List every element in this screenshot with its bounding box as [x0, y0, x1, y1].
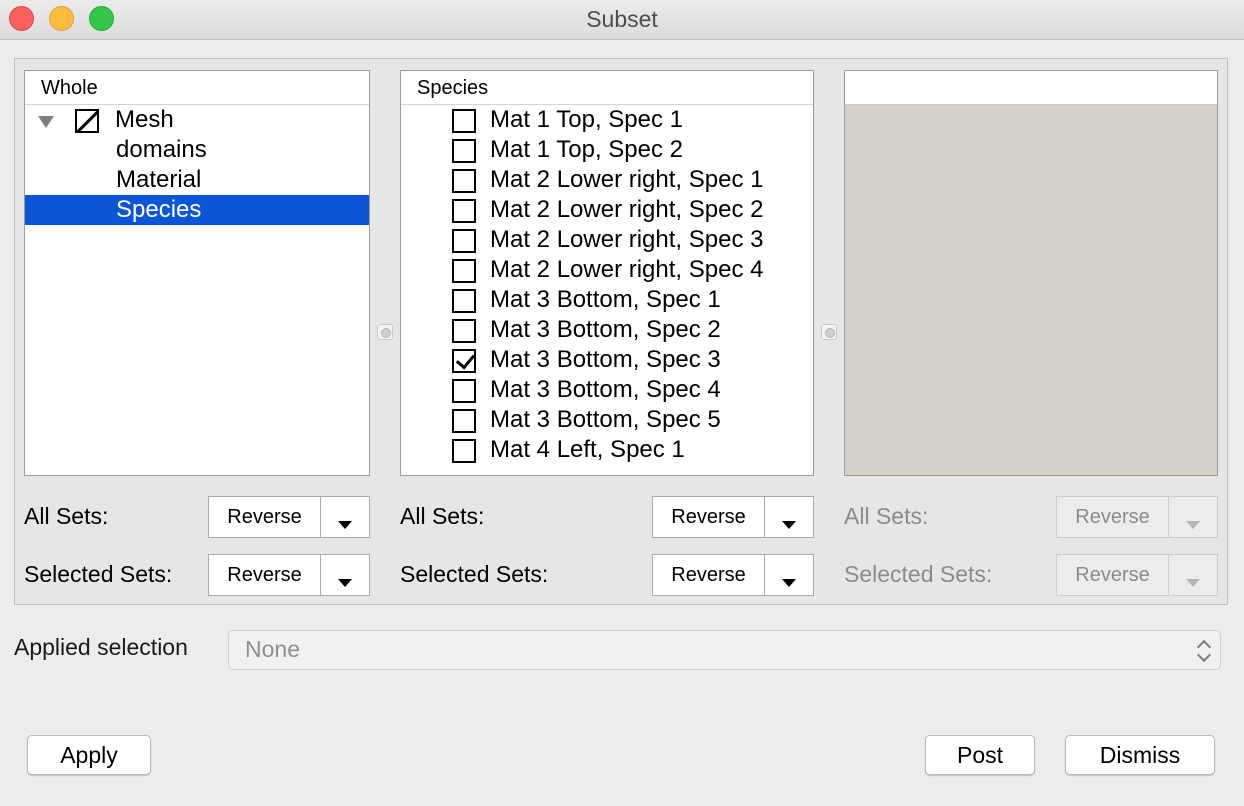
reverse-button: Reverse	[1057, 555, 1169, 595]
up-down-chevron-icon	[1197, 638, 1211, 664]
applied-selection-combo: None	[228, 630, 1221, 670]
checkbox-icon[interactable]	[452, 169, 476, 193]
reverse-button[interactable]: Reverse	[209, 497, 321, 537]
selected-sets-reverse-combo[interactable]: Reverse	[652, 554, 814, 596]
species-item-label: Mat 2 Lower right, Spec 2	[490, 196, 764, 223]
species-list-item[interactable]: Mat 1 Top, Spec 2	[401, 135, 813, 165]
species-item-label: Mat 3 Bottom, Spec 5	[490, 406, 721, 433]
apply-button[interactable]: Apply	[27, 735, 151, 775]
selected-sets-label: Selected Sets:	[844, 561, 993, 587]
splitter-handle-right[interactable]	[821, 324, 837, 340]
dropdown-arrow-icon[interactable]	[782, 521, 796, 529]
whole-tree-panel[interactable]: Whole Mesh domains Material Species	[24, 70, 370, 476]
species-item-label: Mat 3 Bottom, Spec 1	[490, 286, 721, 313]
species-item-label: Mat 1 Top, Spec 1	[490, 106, 684, 133]
species-item-label: Mat 2 Lower right, Spec 1	[490, 166, 764, 193]
post-button[interactable]: Post	[925, 735, 1035, 775]
species-list-item[interactable]: Mat 2 Lower right, Spec 4	[401, 255, 813, 285]
partial-checkbox-icon[interactable]	[75, 109, 99, 133]
species-list-item[interactable]: Mat 4 Left, Spec 1	[401, 435, 813, 465]
dropdown-arrow-icon	[1186, 521, 1200, 529]
species-item-label: Mat 3 Bottom, Spec 3	[490, 346, 721, 373]
species-list-item[interactable]: Mat 2 Lower right, Spec 1	[401, 165, 813, 195]
selected-sets-label: Selected Sets:	[400, 561, 549, 587]
species-item-label: Mat 4 Left, Spec 1	[490, 436, 685, 463]
all-sets-label: All Sets:	[844, 503, 929, 529]
all-sets-label: All Sets:	[400, 503, 485, 529]
all-sets-reverse-combo[interactable]: Reverse	[652, 496, 814, 538]
applied-selection-label: Applied selection	[14, 634, 188, 660]
reverse-button[interactable]: Reverse	[653, 497, 765, 537]
tree-item-material[interactable]: Material	[25, 165, 369, 195]
species-item-label: Mat 2 Lower right, Spec 3	[490, 226, 764, 253]
selected-sets-reverse-combo[interactable]: Reverse	[208, 554, 370, 596]
checkbox-icon[interactable]	[452, 139, 476, 163]
tree-item-label: domains	[116, 136, 207, 163]
reverse-button[interactable]: Reverse	[653, 555, 765, 595]
checkbox-icon[interactable]	[452, 319, 476, 343]
species-list-item[interactable]: Mat 1 Top, Spec 1	[401, 105, 813, 135]
all-sets-reverse-combo[interactable]: Reverse	[208, 496, 370, 538]
species-list-item[interactable]: Mat 2 Lower right, Spec 2	[401, 195, 813, 225]
tree-item-label: Species	[116, 196, 202, 223]
checkbox-icon[interactable]	[452, 109, 476, 133]
all-sets-reverse-combo: Reverse	[1056, 496, 1218, 538]
dropdown-arrow-icon[interactable]	[338, 579, 352, 587]
tree-item-label: Material	[116, 166, 202, 193]
selected-sets-label: Selected Sets:	[24, 561, 173, 587]
window-title: Subset	[586, 6, 658, 32]
dropdown-arrow-icon[interactable]	[782, 579, 796, 587]
dropdown-arrow-icon	[1186, 579, 1200, 587]
splitter-handle-left[interactable]	[377, 324, 393, 340]
species-list-item[interactable]: Mat 2 Lower right, Spec 3	[401, 225, 813, 255]
title-bar: Subset	[0, 0, 1244, 40]
species-item-label: Mat 3 Bottom, Spec 4	[490, 376, 721, 403]
species-item-label: Mat 1 Top, Spec 2	[490, 136, 684, 163]
tree-item-domains[interactable]: domains	[25, 135, 369, 165]
species-column-header[interactable]: Species	[401, 71, 813, 105]
whole-column-header[interactable]: Whole	[25, 71, 369, 105]
species-list-item[interactable]: Mat 3 Bottom, Spec 1	[401, 285, 813, 315]
checkbox-icon[interactable]	[452, 199, 476, 223]
species-item-label: Mat 3 Bottom, Spec 2	[490, 316, 721, 343]
checkbox-icon[interactable]	[452, 409, 476, 433]
tree-item-label: Mesh	[115, 106, 174, 133]
checkbox-icon[interactable]	[452, 379, 476, 403]
species-list-item[interactable]: Mat 3 Bottom, Spec 5	[401, 405, 813, 435]
selected-sets-reverse-combo: Reverse	[1056, 554, 1218, 596]
applied-selection-value: None	[245, 636, 300, 662]
reverse-button: Reverse	[1057, 497, 1169, 537]
species-list: Mat 1 Top, Spec 1 Mat 1 Top, Spec 2 Mat 2 …	[401, 105, 813, 465]
checked-checkbox-icon[interactable]	[452, 349, 476, 373]
tree-item-mesh[interactable]: Mesh	[25, 105, 369, 135]
checkbox-icon[interactable]	[452, 289, 476, 313]
species-list-item[interactable]: Mat 3 Bottom, Spec 3	[401, 345, 813, 375]
all-sets-label: All Sets:	[24, 503, 109, 529]
dismiss-button[interactable]: Dismiss	[1065, 735, 1215, 775]
checkbox-icon[interactable]	[452, 259, 476, 283]
species-list-item[interactable]: Mat 3 Bottom, Spec 2	[401, 315, 813, 345]
dropdown-arrow-icon[interactable]	[338, 521, 352, 529]
third-list-panel	[844, 70, 1218, 476]
third-column-header	[845, 71, 1217, 105]
checkbox-icon[interactable]	[452, 439, 476, 463]
species-item-label: Mat 2 Lower right, Spec 4	[490, 256, 764, 283]
reverse-button[interactable]: Reverse	[209, 555, 321, 595]
checkbox-icon[interactable]	[452, 229, 476, 253]
species-list-item[interactable]: Mat 3 Bottom, Spec 4	[401, 375, 813, 405]
species-list-panel[interactable]: Species Mat 1 Top, Spec 1 Mat 1 Top, Spec…	[400, 70, 814, 476]
tree-item-species[interactable]: Species	[25, 195, 369, 225]
expand-triangle-icon[interactable]	[38, 116, 54, 128]
